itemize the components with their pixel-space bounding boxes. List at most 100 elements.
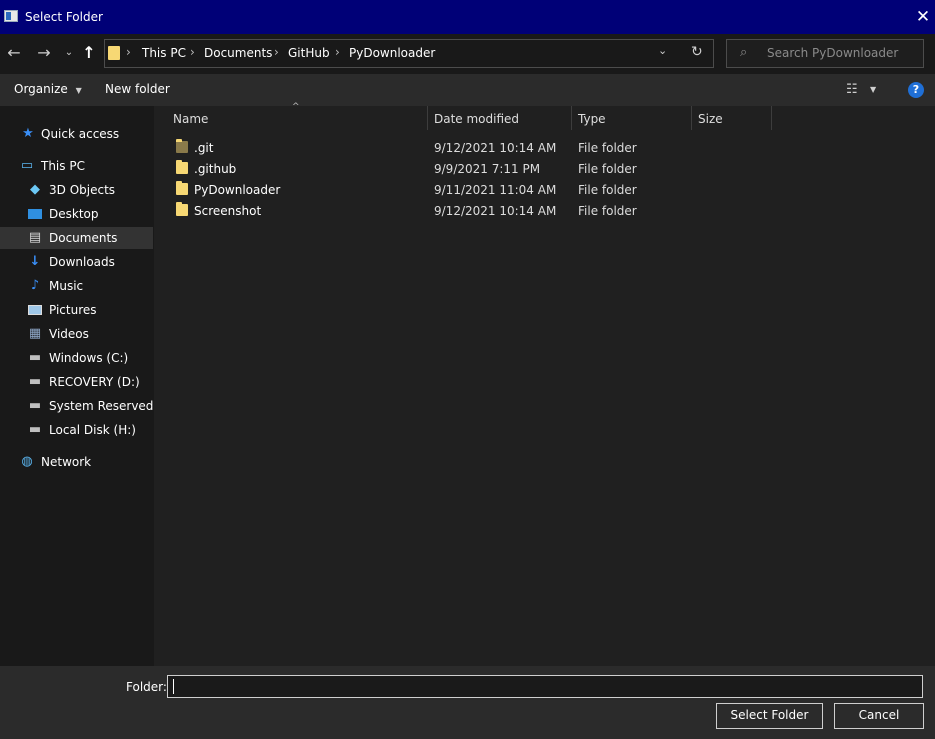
folder-icon [176,202,188,216]
sidebar-item-documents[interactable]: ▤ Documents [0,227,153,249]
column-header-type[interactable]: Type [578,112,606,126]
file-row-github[interactable]: .github 9/9/2021 7:11 PM File folder [154,158,935,179]
sidebar-item-this-pc[interactable]: ▭ This PC [0,155,153,177]
sidebar-item-label: Videos [49,327,89,341]
sidebar-item-label: 3D Objects [49,183,116,197]
folder-location-icon [108,46,120,60]
breadcrumb-separator-icon: › [274,45,279,59]
sidebar-item-label: Network [41,455,92,469]
sidebar-item-label: RECOVERY (D:) [49,375,140,389]
column-divider[interactable] [771,106,772,130]
sidebar-item-network[interactable]: ◍ Network [0,451,153,473]
sidebar-item-windows-c[interactable]: ▬ Windows (C:) [0,347,153,369]
file-date: 9/9/2021 7:11 PM [434,162,541,176]
forward-arrow-icon[interactable]: → [36,44,52,62]
window-title: Select Folder [25,10,103,24]
breadcrumb-separator-icon: › [335,45,340,59]
computer-icon: ▭ [20,158,34,173]
folder-icon [176,160,188,174]
sidebar-item-label: This PC [41,159,85,173]
file-row-pydownloader[interactable]: PyDownloader 9/11/2021 11:04 AM File fol… [154,179,935,200]
drive-icon: ▬ [28,422,42,437]
file-date: 9/11/2021 11:04 AM [434,183,557,197]
sidebar-item-music[interactable]: ♪ Music [0,275,153,297]
organize-label: Organize [14,82,68,96]
title-bar [0,0,935,34]
file-name: .git [194,141,214,155]
sidebar-item-3d-objects[interactable]: ◆ 3D Objects [0,179,153,201]
drive-windows-icon: ▬ [28,350,42,365]
view-options-icon[interactable]: ☷ [846,82,858,97]
sidebar-item-label: Desktop [49,207,99,221]
navigation-pane: ★ Quick access ▭ This PC ◆ 3D Objects De… [0,106,153,666]
file-date: 9/12/2021 10:14 AM [434,141,557,155]
sidebar-item-pictures[interactable]: Pictures [0,299,153,321]
column-divider[interactable] [571,106,572,130]
new-folder-button[interactable]: New folder [105,82,170,96]
sidebar-item-label: Music [49,279,84,293]
cube-icon: ◆ [30,182,40,197]
file-type: File folder [578,204,637,218]
refresh-icon[interactable]: ↻ [691,44,703,60]
file-date: 9/12/2021 10:14 AM [434,204,557,218]
sidebar-item-recovery-d[interactable]: ▬ RECOVERY (D:) [0,371,153,393]
column-divider[interactable] [691,106,692,130]
desktop-icon [28,207,42,221]
search-icon: ⌕ [740,45,748,60]
column-header-date-modified[interactable]: Date modified [434,112,519,126]
file-name: PyDownloader [194,183,281,197]
file-name: .github [194,162,237,176]
address-dropdown-chevron-icon[interactable]: ⌄ [658,44,667,57]
drive-icon: ▬ [28,398,42,413]
sidebar-item-label: Windows (C:) [49,351,129,365]
sort-ascending-icon: ^ [292,102,300,112]
sidebar-item-local-disk-h[interactable]: ▬ Local Disk (H:) [0,419,153,441]
file-type: File folder [578,141,637,155]
breadcrumb-pydownloader[interactable]: PyDownloader [349,46,435,60]
view-options-chevron-icon[interactable]: ▼ [870,85,876,94]
picture-icon [28,303,42,317]
breadcrumb-this-pc[interactable]: This PC [142,46,186,60]
breadcrumb-documents[interactable]: Documents [204,46,272,60]
breadcrumb-github[interactable]: GitHub [288,46,330,60]
help-icon[interactable]: ? [908,82,924,98]
file-type: File folder [578,183,637,197]
sidebar-item-desktop[interactable]: Desktop [0,203,153,225]
select-folder-button[interactable]: Select Folder [716,703,823,729]
sidebar-item-label: System Reserved (E: [49,399,153,413]
file-row-git[interactable]: .git 9/12/2021 10:14 AM File folder [154,137,935,158]
sidebar-item-downloads[interactable]: ↓ Downloads [0,251,153,273]
file-name: Screenshot [194,204,262,218]
close-icon[interactable]: ✕ [914,8,932,26]
column-divider[interactable] [427,106,428,130]
hidden-folder-icon [176,139,188,153]
back-arrow-icon[interactable]: ← [6,44,22,62]
drive-icon: ▬ [28,374,42,389]
sidebar-item-label: Documents [49,231,118,245]
star-icon: ★ [22,126,34,141]
breadcrumb-separator-icon: › [126,45,131,59]
film-icon: ▦ [28,326,42,341]
column-header-size[interactable]: Size [698,112,723,126]
sidebar-item-quick-access[interactable]: ★ Quick access [0,123,153,145]
folder-icon [176,181,188,195]
download-arrow-icon: ↓ [29,254,41,269]
window-app-icon [4,10,18,22]
organize-button[interactable]: Organize ▼ [14,82,82,96]
column-header-name[interactable]: Name [173,112,208,126]
file-row-screenshot[interactable]: Screenshot 9/12/2021 10:14 AM File folde… [154,200,935,221]
sidebar-item-label: Quick access [41,127,120,141]
file-type: File folder [578,162,637,176]
cancel-button[interactable]: Cancel [834,703,924,729]
sidebar-item-system-reserved-e[interactable]: ▬ System Reserved (E: [0,395,153,417]
sidebar-item-label: Downloads [49,255,115,269]
breadcrumb-separator-icon: › [190,45,195,59]
search-placeholder[interactable]: Search PyDownloader [767,46,898,60]
up-arrow-icon[interactable]: ↑ [81,44,97,62]
folder-field-label: Folder: [126,680,167,694]
recent-locations-chevron-icon[interactable]: ⌄ [61,44,77,62]
music-note-icon: ♪ [30,278,40,293]
sidebar-item-videos[interactable]: ▦ Videos [0,323,153,345]
folder-input[interactable] [167,675,923,698]
network-icon: ◍ [21,454,33,469]
